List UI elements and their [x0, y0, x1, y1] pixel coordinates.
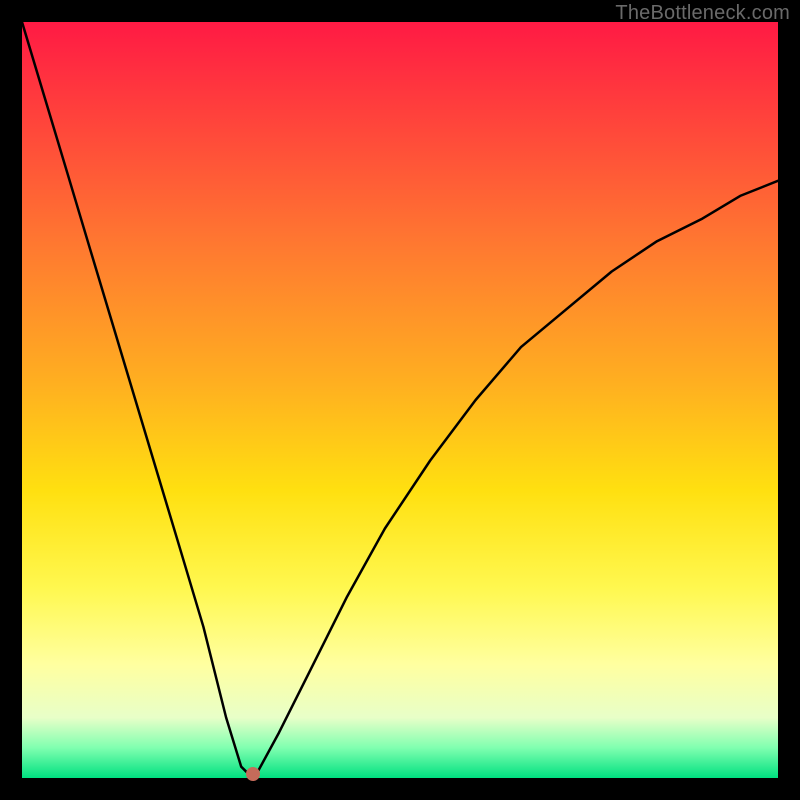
- watermark-text: TheBottleneck.com: [615, 2, 790, 25]
- plot-area: [22, 22, 778, 778]
- chart-frame: TheBottleneck.com: [0, 0, 800, 800]
- bottleneck-curve: [22, 22, 778, 778]
- optimum-marker: [246, 767, 260, 781]
